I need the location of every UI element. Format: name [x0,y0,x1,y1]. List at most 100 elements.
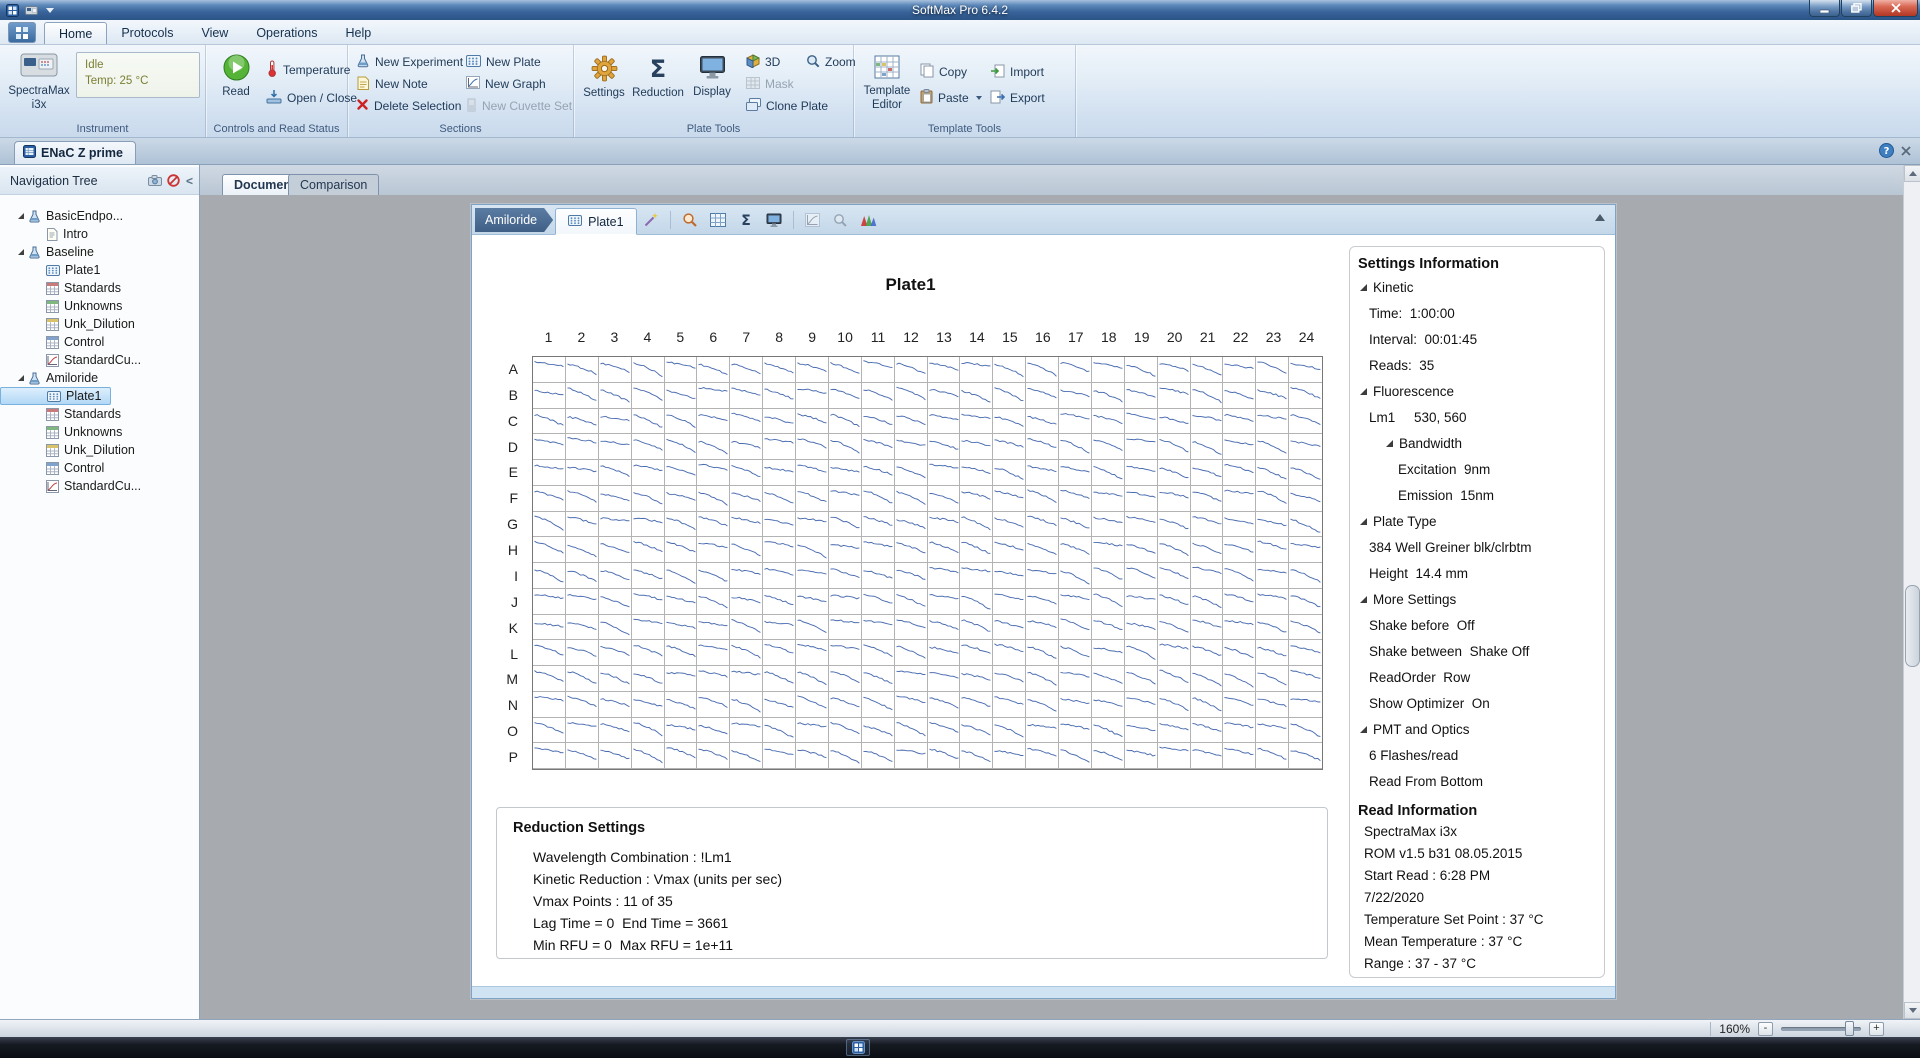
well-A21[interactable] [1191,357,1224,383]
well-I5[interactable] [665,563,698,589]
well-L7[interactable] [730,640,763,666]
menu-tab-view[interactable]: View [187,22,242,44]
well-K16[interactable] [1026,615,1059,641]
well-E7[interactable] [730,460,763,486]
well-I19[interactable] [1125,563,1158,589]
well-F14[interactable] [960,486,993,512]
import-button[interactable]: Import [990,63,1044,81]
well-B18[interactable] [1092,383,1125,409]
well-D4[interactable] [632,434,665,460]
well-B12[interactable] [895,383,928,409]
well-N10[interactable] [829,692,862,718]
menu-tab-help[interactable]: Help [331,22,385,44]
reduction-button[interactable]: Σ Reduction [632,55,684,99]
well-N21[interactable] [1191,692,1224,718]
well-N2[interactable] [566,692,599,718]
settings-group-kinetic[interactable]: Kinetic [1350,274,1604,300]
well-D10[interactable] [829,434,862,460]
mask-button[interactable]: Mask [746,75,794,93]
minimize-button[interactable] [1809,0,1840,17]
well-G10[interactable] [829,512,862,538]
block-icon[interactable] [167,174,180,187]
well-D7[interactable] [730,434,763,460]
well-M2[interactable] [566,666,599,692]
well-F22[interactable] [1223,486,1256,512]
well-M4[interactable] [632,666,665,692]
well-E17[interactable] [1059,460,1092,486]
well-O13[interactable] [928,718,961,744]
well-C15[interactable] [993,409,1026,435]
zoom-button[interactable]: Zoom [806,53,856,71]
well-L19[interactable] [1125,640,1158,666]
well-H6[interactable] [697,537,730,563]
well-M16[interactable] [1026,666,1059,692]
well-O17[interactable] [1059,718,1092,744]
well-K24[interactable] [1289,615,1322,641]
well-B11[interactable] [862,383,895,409]
well-D5[interactable] [665,434,698,460]
menu-tab-protocols[interactable]: Protocols [107,22,187,44]
well-D22[interactable] [1223,434,1256,460]
well-L17[interactable] [1059,640,1092,666]
well-N3[interactable] [599,692,632,718]
well-N18[interactable] [1092,692,1125,718]
well-D24[interactable] [1289,434,1322,460]
well-O16[interactable] [1026,718,1059,744]
well-K4[interactable] [632,615,665,641]
well-E12[interactable] [895,460,928,486]
paste-button[interactable]: Paste [920,89,982,107]
well-A7[interactable] [730,357,763,383]
well-J23[interactable] [1256,589,1289,615]
well-C23[interactable] [1256,409,1289,435]
well-M5[interactable] [665,666,698,692]
well-A2[interactable] [566,357,599,383]
well-D11[interactable] [862,434,895,460]
zoom-out-button[interactable]: - [1758,1022,1773,1036]
well-I8[interactable] [763,563,796,589]
well-M24[interactable] [1289,666,1322,692]
well-H22[interactable] [1223,537,1256,563]
well-L16[interactable] [1026,640,1059,666]
well-G8[interactable] [763,512,796,538]
well-G22[interactable] [1223,512,1256,538]
camera-icon[interactable] [148,175,162,186]
well-I21[interactable] [1191,563,1224,589]
well-J12[interactable] [895,589,928,615]
well-L14[interactable] [960,640,993,666]
well-B15[interactable] [993,383,1026,409]
well-G19[interactable] [1125,512,1158,538]
well-E19[interactable] [1125,460,1158,486]
well-C10[interactable] [829,409,862,435]
well-A12[interactable] [895,357,928,383]
well-K1[interactable] [533,615,566,641]
well-G12[interactable] [895,512,928,538]
well-O1[interactable] [533,718,566,744]
well-P19[interactable] [1125,743,1158,769]
well-I13[interactable] [928,563,961,589]
well-P2[interactable] [566,743,599,769]
well-H5[interactable] [665,537,698,563]
well-L13[interactable] [928,640,961,666]
well-E15[interactable] [993,460,1026,486]
clone-plate-button[interactable]: Clone Plate [746,97,828,115]
breadcrumb-experiment[interactable]: Amiloride [475,208,553,232]
tree-item-plate1[interactable]: Plate1 [0,261,109,279]
well-H15[interactable] [993,537,1026,563]
well-F24[interactable] [1289,486,1322,512]
well-A8[interactable] [763,357,796,383]
well-G11[interactable] [862,512,895,538]
well-A23[interactable] [1256,357,1289,383]
well-N6[interactable] [697,692,730,718]
well-I6[interactable] [697,563,730,589]
well-K9[interactable] [796,615,829,641]
well-H14[interactable] [960,537,993,563]
well-A13[interactable] [928,357,961,383]
settings-group-pmt-and-optics[interactable]: PMT and Optics [1350,716,1604,742]
read-button[interactable]: Read [214,54,258,98]
well-P17[interactable] [1059,743,1092,769]
well-C8[interactable] [763,409,796,435]
well-O20[interactable] [1158,718,1191,744]
well-I4[interactable] [632,563,665,589]
well-N20[interactable] [1158,692,1191,718]
well-L22[interactable] [1223,640,1256,666]
